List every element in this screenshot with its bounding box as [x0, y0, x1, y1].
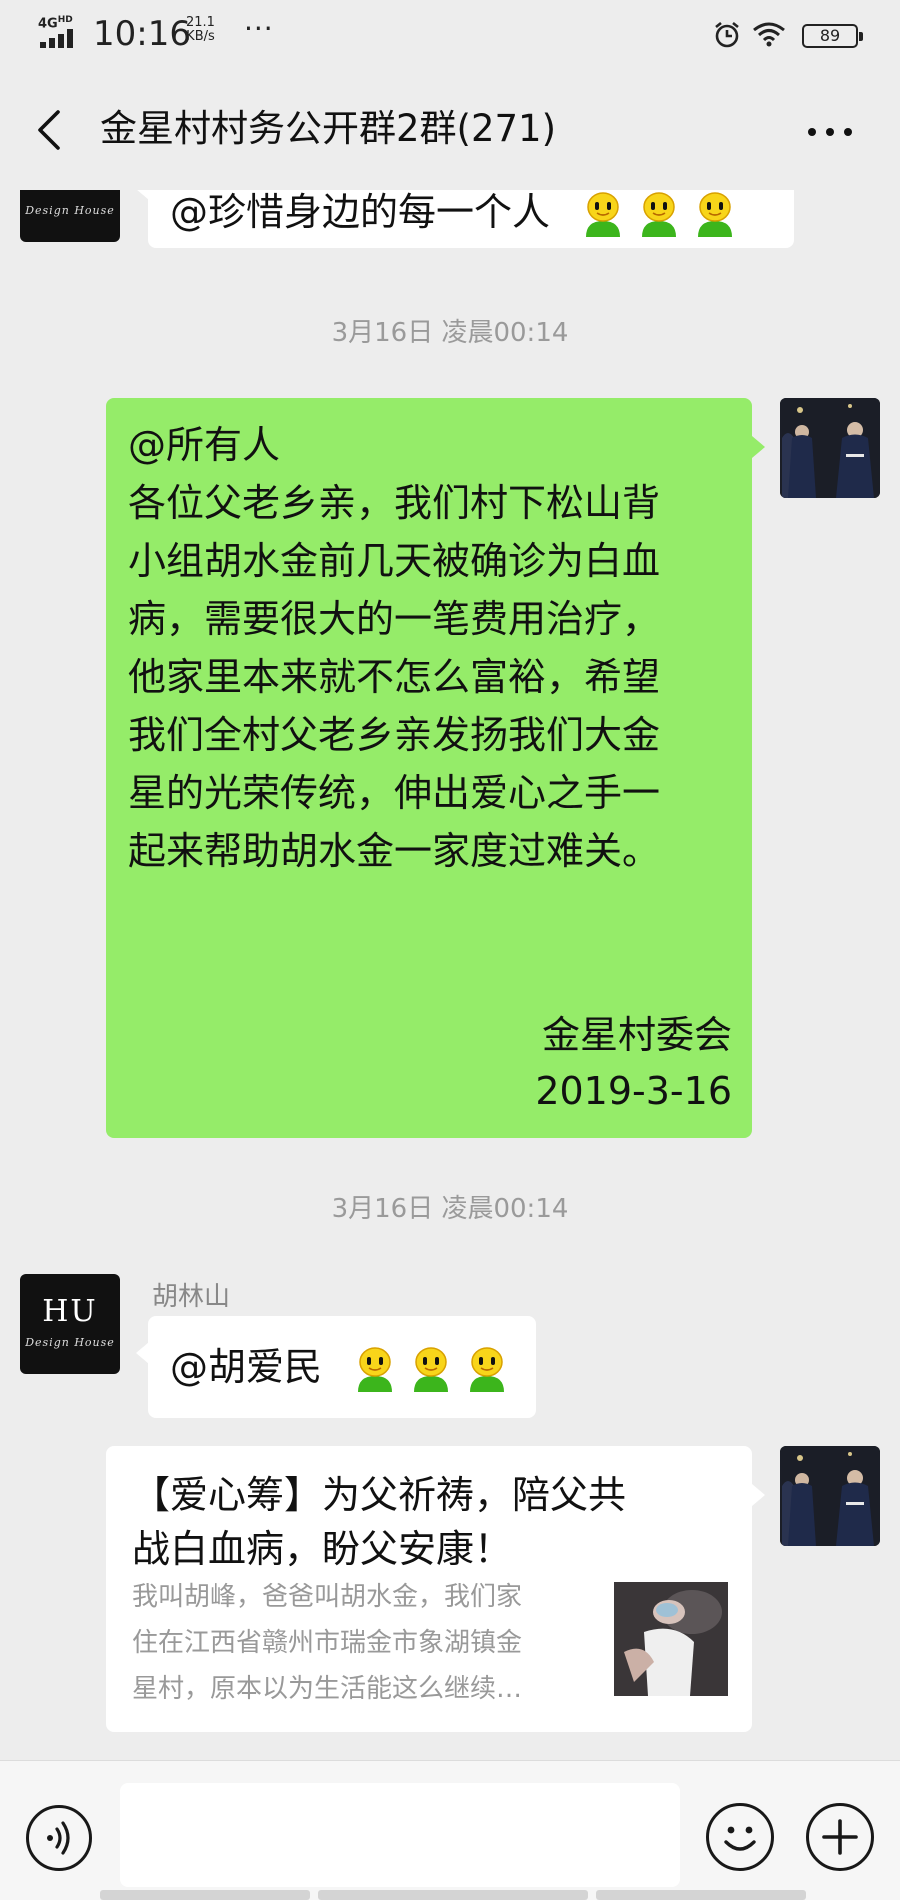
avatar[interactable]: HU Design House [20, 1274, 120, 1374]
chat-message-list[interactable]: HU Design House @珍惜身边的每一个人 3月16日 凌晨00:14 [0, 190, 900, 1760]
more-dots-icon[interactable] [800, 110, 860, 150]
chat-title: 金星村村务公开群2群(271) [100, 107, 557, 150]
emoji-face-icon[interactable] [706, 1803, 774, 1871]
emoji-icon [692, 191, 738, 239]
status-more-icon: ··· [244, 12, 274, 45]
message-line: 他家里本来就不怎么富裕，希望 [128, 655, 661, 699]
share-card-thumbnail [614, 1582, 728, 1696]
emoji-icon [352, 1346, 398, 1394]
status-bar: 4GHD 10:16 21.1 KB/s ··· 89 [0, 0, 900, 70]
message-signature: 金星村委会 [541, 1013, 732, 1057]
signal-icon [40, 28, 80, 48]
message-line: 我们全村父老乡亲发扬我们大金 [128, 713, 661, 757]
sender-name: 胡林山 [152, 1282, 231, 1312]
chevron-left-icon[interactable] [30, 100, 70, 160]
wifi-icon [753, 22, 785, 47]
share-card-description: 我叫胡峰，爸爸叫胡水金，我们家 住在江西省赣州市瑞金市象湖镇金 星村，原本以为生… [132, 1582, 523, 1704]
message-line: 小组胡水金前几天被确诊为白血 [128, 539, 661, 583]
clock: 10:16 [93, 14, 191, 54]
avatar[interactable]: HU Design House [20, 190, 120, 242]
timestamp: 3月16日 凌晨00:14 [331, 318, 569, 348]
share-card-title: 【爱心筹】为父祈祷，陪父共 [132, 1473, 627, 1517]
message-line: 病，需要很大的一笔费用治疗， [128, 597, 661, 641]
emoji-icon [580, 191, 626, 239]
keyboard-hint-bar [318, 1890, 588, 1900]
message-text: @珍惜身边的每一个人 [170, 190, 551, 234]
message-line: 起来帮助胡水金一家度过难关。 [128, 829, 661, 873]
avatar[interactable] [780, 1446, 880, 1546]
emoji-icon [464, 1346, 510, 1394]
battery-icon: 89 [802, 24, 863, 48]
chat-header: 金星村村务公开群2群(271) [0, 70, 900, 190]
emoji-icon [636, 191, 682, 239]
plus-icon[interactable] [806, 1803, 874, 1871]
message-input[interactable] [120, 1783, 680, 1887]
emoji-icon [408, 1346, 454, 1394]
message-date: 2019-3-16 [535, 1069, 732, 1113]
message-bubble[interactable]: @胡爱民 [148, 1316, 536, 1418]
keyboard-hint-bar [596, 1890, 806, 1900]
avatar[interactable] [780, 398, 880, 498]
input-bar [0, 1760, 900, 1900]
message-line: @所有人 [128, 423, 281, 467]
message-bubble[interactable]: @所有人 各位父老乡亲，我们村下松山背 小组胡水金前几天被确诊为白血 病，需要很… [106, 398, 752, 1138]
share-card-title: 战白血病，盼父安康！ [132, 1527, 513, 1571]
network-speed: 21.1 KB/s [186, 15, 215, 44]
message-text: @胡爱民 [170, 1345, 323, 1389]
share-card[interactable]: 【爱心筹】为父祈祷，陪父共 战白血病，盼父安康！ 我叫胡峰，爸爸叫胡水金，我们家… [106, 1446, 752, 1732]
message-line: 星的光荣传统，伸出爱心之手一 [128, 771, 661, 815]
alarm-icon [715, 21, 739, 48]
keyboard-hint-bar [100, 1890, 310, 1900]
message-bubble[interactable]: @珍惜身边的每一个人 [148, 190, 794, 248]
voice-icon[interactable] [26, 1805, 92, 1871]
message-line: 各位父老乡亲，我们村下松山背 [128, 481, 661, 525]
timestamp: 3月16日 凌晨00:14 [331, 1194, 569, 1224]
